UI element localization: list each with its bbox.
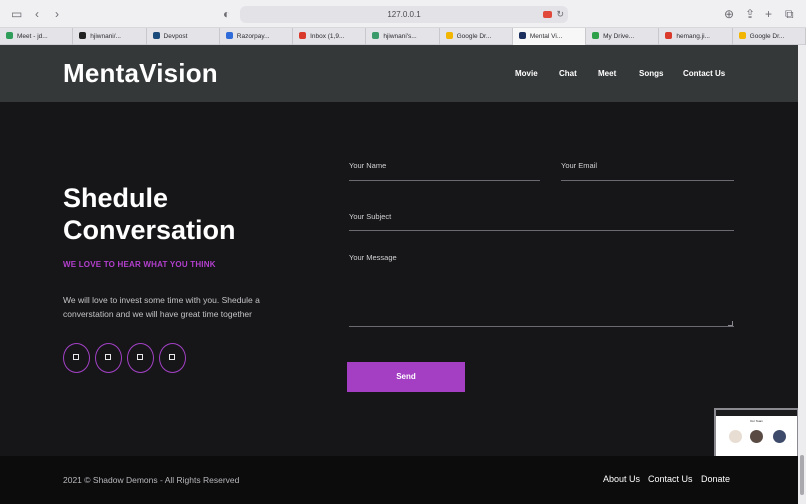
square-icon (137, 354, 143, 360)
back-icon[interactable]: ‹ (35, 7, 39, 21)
browser-tab[interactable]: Meet - jd... (0, 28, 74, 45)
resize-grip-icon[interactable] (728, 321, 733, 326)
favicon-icon (152, 32, 160, 39)
preview-title: Our Team (749, 419, 764, 423)
browser-tab-label: hjiwnani's... (383, 33, 417, 40)
page-scrollbar[interactable] (798, 45, 806, 504)
browser-tab[interactable]: Inbox (1,9... (293, 28, 367, 45)
preview-avatar (773, 430, 786, 443)
share-icon[interactable]: ⇪ (745, 7, 755, 21)
social-icon-3[interactable] (127, 343, 154, 373)
screen-record-icon[interactable] (543, 11, 552, 18)
tab-overview-icon[interactable]: ⧉ (785, 7, 794, 21)
site-footer: 2021 © Shadow Demons - All Rights Reserv… (0, 456, 798, 504)
browser-tab-label: hemang.ji... (676, 33, 710, 40)
preview-avatar (729, 430, 742, 443)
tab-bar: Meet - jd... hjiwnani/... Devpost Razorpay.… (0, 28, 806, 45)
name-input-underline (349, 180, 540, 181)
browser-tab-label: Google Dr... (749, 33, 785, 40)
favicon-icon (518, 32, 526, 39)
browser-tab[interactable]: My Drive... (586, 28, 660, 45)
social-icon-2[interactable] (95, 343, 122, 373)
browser-tab[interactable]: Devpost (147, 28, 220, 45)
social-icon-1[interactable] (63, 343, 90, 373)
browser-tab[interactable]: hjiwnani/... (73, 28, 147, 45)
square-icon (73, 354, 79, 360)
browser-tab[interactable]: Google Dr... (733, 28, 806, 45)
message-textarea[interactable]: Your Message (349, 249, 734, 327)
preview-avatar (750, 430, 763, 443)
tagline: WE LOVE TO HEAR WHAT YOU THINK (63, 260, 216, 269)
browser-tab[interactable]: hemang.ji... (659, 28, 733, 45)
url-text: 127.0.0.1 (387, 10, 421, 19)
send-button[interactable]: Send (347, 362, 465, 392)
social-icon-4[interactable] (159, 343, 186, 373)
nav-item-contact-us[interactable]: Contact Us (683, 69, 725, 78)
browser-tab-label: Devpost (163, 33, 188, 40)
browser-tab[interactable]: hjiwnani's... (366, 28, 440, 45)
footer-link-about-us[interactable]: About Us (603, 474, 640, 484)
copyright-text: 2021 © Shadow Demons - All Rights Reserv… (63, 475, 240, 485)
email-input[interactable]: Your Email (561, 161, 597, 170)
page-title: Shedule Conversation (63, 183, 236, 245)
forward-icon[interactable]: › (55, 7, 59, 21)
browser-tab-label: Mental Vi... (529, 33, 563, 40)
subject-input-underline (349, 230, 734, 231)
nav-item-songs[interactable]: Songs (639, 69, 663, 78)
nav-item-chat[interactable]: Chat (559, 69, 577, 78)
message-placeholder: Your Message (349, 253, 397, 262)
nav-item-movie[interactable]: Movie (515, 69, 538, 78)
browser-tab[interactable]: Razorpay... (220, 28, 294, 45)
browser-tab-label: Razorpay... (236, 33, 270, 40)
browser-toolbar: ▭ ‹ › ◐ 127.0.0.1 ↻ ⊕ ⇪ + ⧉ (0, 0, 806, 28)
sidebar-toggle-icon[interactable]: ▭ (11, 7, 22, 21)
new-tab-icon[interactable]: + (765, 7, 772, 21)
site-logo[interactable]: MentaVision (63, 58, 218, 89)
browser-tab-label: Inbox (1,9... (310, 33, 345, 40)
favicon-icon (592, 32, 600, 39)
description: We will love to invest some time with yo… (63, 295, 260, 319)
favicon-icon (225, 32, 233, 39)
favicon-icon (665, 32, 673, 39)
browser-tab-label: My Drive... (603, 33, 635, 40)
browser-tab-label: Google Dr... (456, 33, 492, 40)
browser-tab-label: Meet - jd... (17, 33, 48, 40)
favicon-icon (738, 32, 746, 39)
name-input[interactable]: Your Name (349, 161, 386, 170)
favicon-icon (445, 32, 453, 39)
email-input-underline (561, 180, 734, 181)
favicon-icon (6, 32, 13, 39)
browser-tab-label: hjiwnani/... (90, 33, 121, 40)
contact-section: Shedule Conversation WE LOVE TO HEAR WHA… (0, 102, 799, 464)
browser-tab[interactable]: Mental Vi... (512, 28, 587, 45)
footer-link-donate[interactable]: Donate (701, 474, 730, 484)
privacy-shield-icon[interactable]: ◐ (223, 7, 230, 21)
message-underline (349, 326, 734, 327)
browser-tab[interactable]: Google Dr... (440, 28, 513, 45)
favicon-icon (372, 32, 380, 39)
favicon-icon (299, 32, 307, 39)
subject-input[interactable]: Your Subject (349, 212, 391, 221)
scrollbar-thumb[interactable] (800, 455, 804, 495)
nav-item-meet[interactable]: Meet (598, 69, 616, 78)
site-header: MentaVision Movie Chat Meet Songs Contac… (0, 45, 798, 102)
reload-icon[interactable]: ↻ (556, 6, 564, 23)
square-icon (105, 354, 111, 360)
footer-link-contact-us[interactable]: Contact Us (648, 474, 693, 484)
preview-navbar (716, 410, 797, 416)
favicon-icon (79, 32, 87, 39)
download-icon[interactable]: ⊕ (724, 7, 734, 21)
square-icon (169, 354, 175, 360)
address-bar[interactable]: 127.0.0.1 ↻ (240, 6, 568, 23)
